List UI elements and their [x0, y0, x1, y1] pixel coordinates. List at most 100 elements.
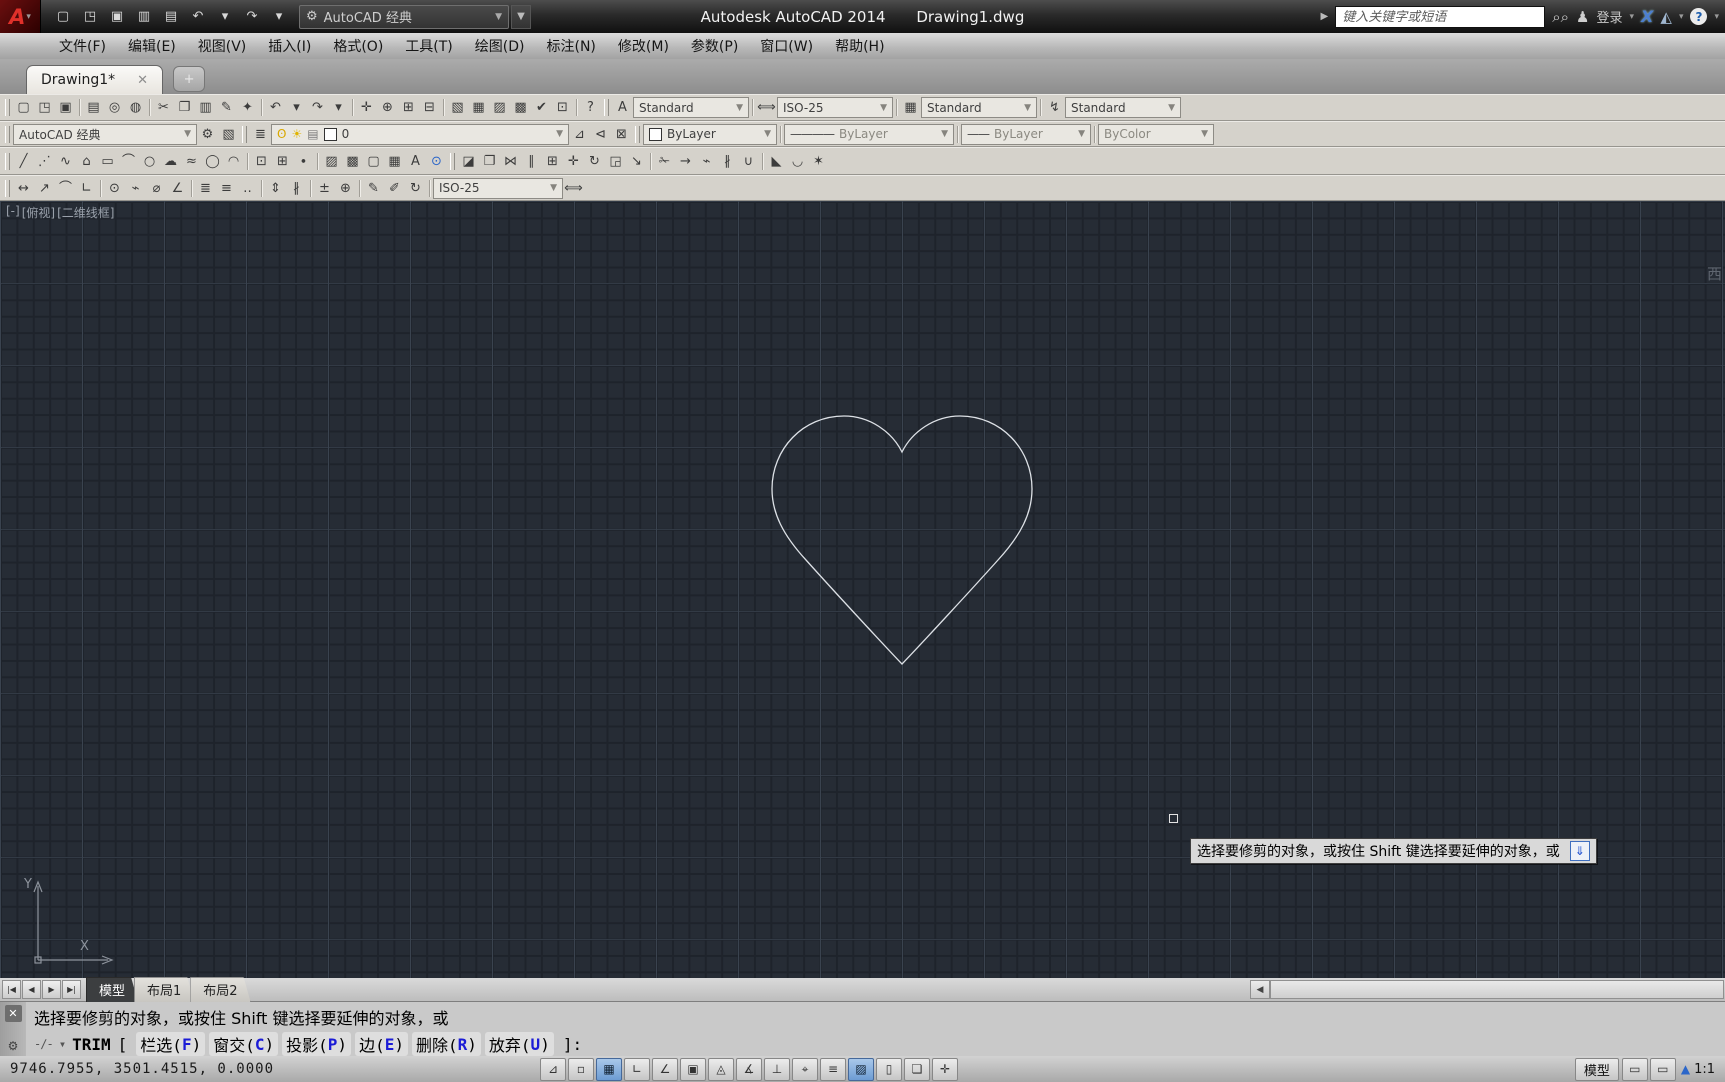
status-show-transparency-toggle[interactable]: ▨	[848, 1058, 874, 1081]
publish-button[interactable]: ◍	[125, 97, 146, 118]
menu-window[interactable]: 窗口(W)	[749, 33, 824, 59]
status-object-snap-tracking-toggle[interactable]: ∡	[736, 1058, 762, 1081]
help-drop-icon[interactable]: ▾	[1714, 12, 1719, 22]
status-snap-mode-toggle[interactable]: ▫	[568, 1058, 594, 1081]
prev-layout-button[interactable]: ◀	[22, 980, 41, 999]
toolbar-grip[interactable]	[5, 126, 10, 143]
new-tab-button[interactable]: +	[173, 66, 205, 92]
construction-line-button[interactable]: ⋰	[34, 151, 55, 172]
workspace-settings-button[interactable]: ⚙	[197, 124, 218, 145]
ordinate-dimension-button[interactable]: ∟	[76, 178, 97, 199]
region-button[interactable]: ▢	[363, 151, 384, 172]
plot-button[interactable]: ▤	[83, 97, 104, 118]
copy-clip-button[interactable]: ❐	[174, 97, 195, 118]
dim-style-combo[interactable]: ISO-25▼	[777, 97, 893, 118]
jogged-dimension-button[interactable]: ⌁	[125, 178, 146, 199]
stretch-button[interactable]: ↘	[626, 151, 647, 172]
scale-button[interactable]: ◲	[605, 151, 626, 172]
point-button[interactable]: ∙	[293, 151, 314, 172]
layer-match-button[interactable]: ⊿	[569, 124, 590, 145]
zoom-previous-button[interactable]: ⊟	[419, 97, 440, 118]
signin-drop-icon[interactable]: ▾	[1630, 12, 1635, 22]
continue-dimension-button[interactable]: ‥	[237, 178, 258, 199]
heart-outline[interactable]	[772, 416, 1032, 664]
tool-palettes-button[interactable]: ▨	[489, 97, 510, 118]
redo-button[interactable]: ↷	[307, 97, 328, 118]
viewport-view-control[interactable]: [俯视]	[21, 204, 56, 221]
next-layout-button[interactable]: ▶	[42, 980, 61, 999]
status-ortho-mode-toggle[interactable]: ∟	[624, 1058, 650, 1081]
text-style-combo[interactable]: Standard▼	[633, 97, 749, 118]
annotation-scale-label[interactable]: 1:1	[1694, 1062, 1715, 1077]
infocenter-flyout-icon[interactable]: ▶	[1321, 11, 1329, 22]
hatch-button[interactable]: ▨	[321, 151, 342, 172]
object-color-combo[interactable]: ByLayer ▼	[643, 124, 777, 145]
pan-realtime-button[interactable]: ✛	[356, 97, 377, 118]
status-dynamic-ucs-toggle[interactable]: ⊥	[764, 1058, 790, 1081]
menu-tools[interactable]: 工具(T)	[394, 33, 463, 59]
menu-draw[interactable]: 绘图(D)	[464, 33, 536, 59]
revision-cloud-button[interactable]: ☁	[160, 151, 181, 172]
save-as-button[interactable]: ▥	[132, 5, 156, 29]
linear-dimension-button[interactable]: ↔	[13, 178, 34, 199]
polyline-button[interactable]: ∿	[55, 151, 76, 172]
arc-length-dimension-button[interactable]: ⌒	[55, 178, 76, 199]
circle-button[interactable]: ○	[139, 151, 160, 172]
model-space-button[interactable]: 模型	[1575, 1058, 1619, 1081]
menu-modify[interactable]: 修改(M)	[607, 33, 680, 59]
fillet-button[interactable]: ◡	[787, 151, 808, 172]
dimension-break-button[interactable]: ∦	[286, 178, 307, 199]
search-input[interactable]	[1335, 6, 1545, 28]
gradient-button[interactable]: ▩	[342, 151, 363, 172]
tooltip-options-button[interactable]: ⇓	[1570, 841, 1590, 861]
text-style-button[interactable]: A	[612, 97, 633, 118]
menu-view[interactable]: 视图(V)	[187, 33, 258, 59]
break-at-point-button[interactable]: ⌁	[696, 151, 717, 172]
ellipse-arc-button[interactable]: ◠	[223, 151, 244, 172]
autodesk360-icon[interactable]: ◭	[1660, 8, 1672, 26]
undo-button[interactable]: ↶	[265, 97, 286, 118]
break-button[interactable]: ∦	[717, 151, 738, 172]
copy-button[interactable]: ❐	[479, 151, 500, 172]
designcenter-button[interactable]: ▦	[468, 97, 489, 118]
arc-button[interactable]: ⌒	[118, 151, 139, 172]
diameter-dimension-button[interactable]: ⌀	[146, 178, 167, 199]
layout-tab-layout1[interactable]: 布局1	[134, 977, 194, 1002]
signin-button[interactable]: 登录	[1597, 7, 1623, 26]
command-text-body[interactable]: 选择要修剪的对象，或按住 Shift 键选择要延伸的对象，或 -∕- ▾ TRI…	[26, 1002, 1725, 1056]
dimension-edit-button[interactable]: ✎	[363, 178, 384, 199]
lineweight-combo[interactable]: —— ByLayer ▼	[961, 124, 1091, 145]
block-editor-button[interactable]: ✦	[237, 97, 258, 118]
hscroll-left-button[interactable]: ◀	[1250, 980, 1270, 999]
qsave-button[interactable]: ▣	[105, 5, 129, 29]
first-layout-button[interactable]: |◀	[2, 980, 21, 999]
multiline-text-button[interactable]: A	[405, 151, 426, 172]
polygon-button[interactable]: ⌂	[76, 151, 97, 172]
menu-format[interactable]: 格式(O)	[322, 33, 394, 59]
offset-button[interactable]: ∥	[521, 151, 542, 172]
baseline-dimension-button[interactable]: ≡	[216, 178, 237, 199]
layer-properties-manager-button[interactable]: ≣	[250, 124, 271, 145]
plot-button[interactable]: ▤	[159, 5, 183, 29]
toolbar-grip[interactable]	[635, 126, 640, 143]
redo-drop-button[interactable]: ▾	[328, 97, 349, 118]
cut-clip-button[interactable]: ✂	[153, 97, 174, 118]
undo-drop-button[interactable]: ▾	[286, 97, 307, 118]
properties-palette-button[interactable]: ▧	[447, 97, 468, 118]
toolbar-grip[interactable]	[604, 99, 609, 116]
table-style-button[interactable]: ▦	[900, 97, 921, 118]
point-style-button[interactable]: ⊙	[426, 151, 447, 172]
dim-style-button[interactable]: ⟺	[756, 97, 777, 118]
toolbar-grip[interactable]	[242, 126, 247, 143]
help-icon[interactable]: ?	[1690, 8, 1707, 25]
move-button[interactable]: ✛	[563, 151, 584, 172]
mleader-style-button[interactable]: ↯	[1044, 97, 1065, 118]
center-mark-button[interactable]: ⊕	[335, 178, 356, 199]
dimension-style-manager-button[interactable]: ⟺	[563, 178, 584, 199]
help-button[interactable]: ?	[580, 97, 601, 118]
status-show-lineweight-toggle[interactable]: ≡	[820, 1058, 846, 1081]
cmd-option-P[interactable]: 投影(P)	[282, 1032, 351, 1056]
menu-help[interactable]: 帮助(H)	[824, 33, 895, 59]
menu-dimension[interactable]: 标注(N)	[536, 33, 607, 59]
undo-drop-button[interactable]: ▾	[213, 5, 237, 29]
